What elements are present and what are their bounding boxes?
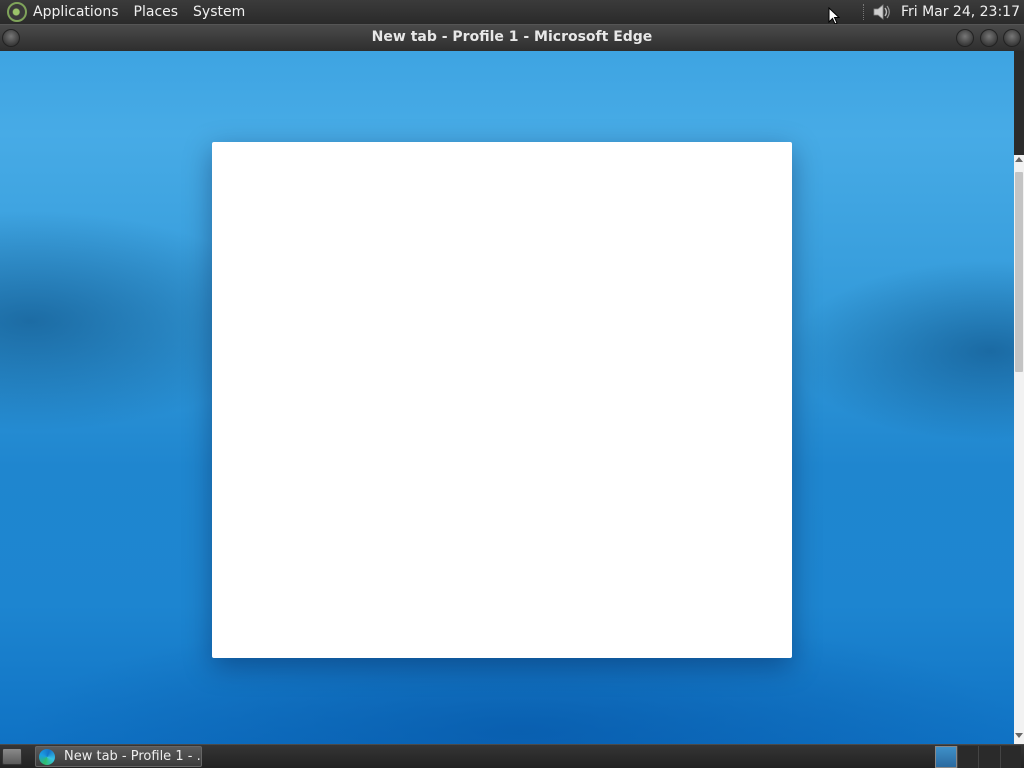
- minimize-button[interactable]: [956, 29, 974, 47]
- maximize-button[interactable]: [980, 29, 998, 47]
- workspace-4[interactable]: [999, 746, 1022, 768]
- tray-separator: [862, 4, 865, 20]
- scrollbar-thumb[interactable]: [1015, 172, 1023, 372]
- menu-applications[interactable]: Applications: [33, 0, 119, 24]
- scroll-down-icon[interactable]: [1015, 733, 1023, 738]
- close-button[interactable]: [1003, 29, 1021, 47]
- workspace-1[interactable]: [935, 746, 957, 768]
- scroll-up-icon[interactable]: [1015, 157, 1023, 162]
- bottom-panel: New tab - Profile 1 - …: [0, 744, 1024, 768]
- new-tab-card: [212, 142, 792, 658]
- menu-system[interactable]: System: [193, 0, 245, 24]
- browser-content: [0, 51, 1014, 744]
- mouse-pointer-icon: [828, 6, 841, 25]
- workspace-3[interactable]: [978, 746, 1000, 768]
- clock[interactable]: Fri Mar 24, 23:17: [901, 4, 1020, 20]
- window-title: New tab - Profile 1 - Microsoft Edge: [371, 29, 653, 45]
- window-menu-button[interactable]: [2, 29, 20, 47]
- window-titlebar[interactable]: New tab - Profile 1 - Microsoft Edge: [0, 24, 1024, 51]
- distro-logo-icon[interactable]: [7, 2, 27, 22]
- taskbar-window-button[interactable]: New tab - Profile 1 - …: [35, 746, 202, 767]
- workspace-switcher[interactable]: [935, 746, 1022, 768]
- top-panel: Applications Places System Fri Mar 24, 2…: [0, 0, 1024, 24]
- workspace-2[interactable]: [956, 746, 979, 768]
- taskbar-window-label: New tab - Profile 1 - …: [64, 749, 201, 764]
- menu-places[interactable]: Places: [134, 0, 179, 24]
- show-desktop-icon[interactable]: [2, 748, 22, 765]
- speaker-icon[interactable]: [871, 2, 893, 22]
- system-tray: Fri Mar 24, 23:17: [862, 0, 1024, 24]
- edge-icon: [39, 748, 55, 765]
